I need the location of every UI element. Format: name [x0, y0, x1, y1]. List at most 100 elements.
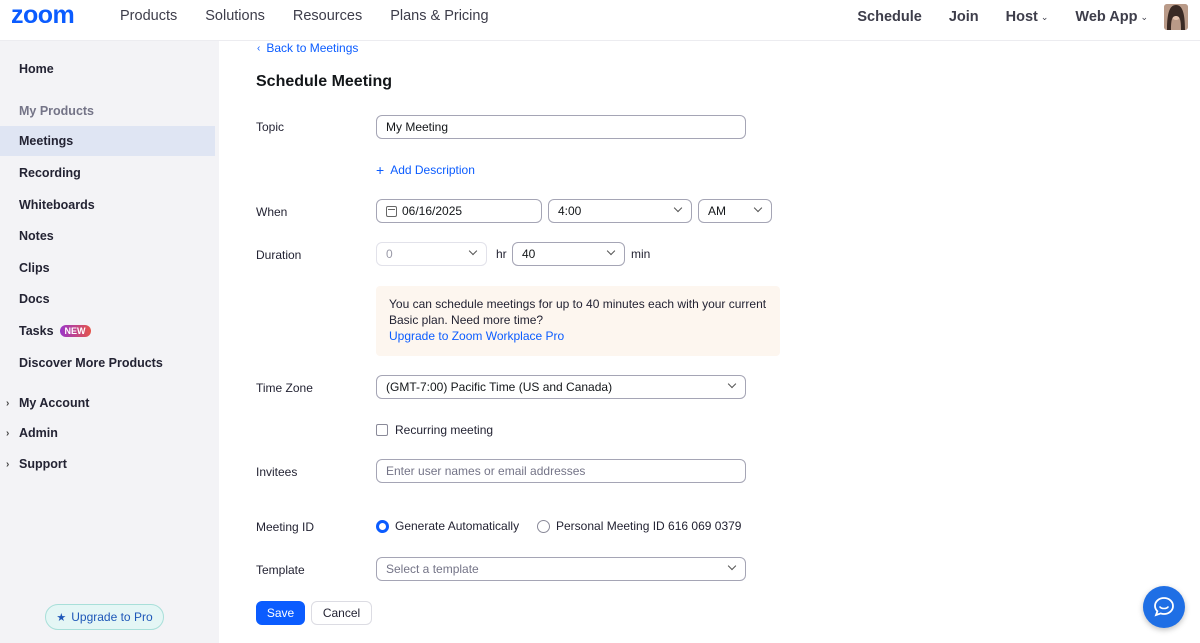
timezone-label: Time Zone — [256, 381, 313, 395]
nav-plans-pricing[interactable]: Plans & Pricing — [390, 8, 488, 24]
nav-products[interactable]: Products — [120, 8, 177, 24]
chevron-right-icon: › — [6, 397, 10, 409]
page-title: Schedule Meeting — [256, 73, 393, 90]
timezone-value: (GMT-7:00) Pacific Time (US and Canada) — [386, 380, 613, 394]
generate-automatically-option[interactable]: Generate Automatically — [376, 519, 519, 533]
sidebar-section-label: My Products — [19, 104, 95, 118]
nav-web-app[interactable]: Web App ⌄ — [1075, 9, 1148, 25]
date-value: 06/16/2025 — [402, 204, 463, 218]
zoom-logo[interactable]: zoom — [11, 4, 95, 28]
sidebar-item-discover-more[interactable]: Discover More Products — [0, 348, 215, 378]
chevron-right-icon: › — [6, 458, 10, 470]
add-description-link[interactable]: + Add Description — [376, 162, 475, 178]
sidebar-item-label: Notes — [19, 229, 54, 243]
date-picker[interactable]: 06/16/2025 — [376, 199, 542, 223]
nav-resources[interactable]: Resources — [293, 8, 362, 24]
recurring-meeting-row[interactable]: Recurring meeting — [376, 423, 493, 437]
sidebar-item-label: Meetings — [19, 134, 74, 148]
sidebar: Home My Products Meetings Recording Whit… — [0, 41, 219, 643]
sidebar-item-whiteboards[interactable]: Whiteboards — [0, 190, 215, 220]
sidebar-item-recording[interactable]: Recording — [0, 158, 215, 188]
back-to-meetings-link[interactable]: ‹ Back to Meetings — [257, 41, 358, 55]
save-button[interactable]: Save — [256, 601, 305, 625]
duration-hours-select[interactable]: 0 — [376, 242, 487, 266]
star-icon: ★ — [56, 611, 67, 624]
svg-text:zoom: zoom — [11, 4, 74, 28]
top-navigation: zoom Products Solutions Resources Plans … — [0, 0, 1200, 41]
topic-value: My Meeting — [386, 120, 449, 134]
duration-minutes-value: 40 — [522, 247, 536, 261]
recurring-checkbox[interactable] — [376, 424, 388, 436]
invitees-input[interactable]: Enter user names or email addresses — [376, 459, 746, 483]
ampm-select[interactable]: AM — [698, 199, 772, 223]
sidebar-item-label: Tasks — [19, 324, 54, 338]
sidebar-item-docs[interactable]: Docs — [0, 284, 215, 314]
schedule-meeting-form: ‹ Back to Meetings Schedule Meeting Topi… — [219, 41, 1200, 643]
generate-automatically-radio[interactable] — [376, 519, 389, 533]
sidebar-item-label: Clips — [19, 261, 50, 275]
duration-hours-value: 0 — [386, 247, 393, 261]
chevron-down-icon — [727, 563, 737, 573]
sidebar-item-home[interactable]: Home — [0, 54, 215, 84]
topic-input[interactable]: My Meeting — [376, 115, 746, 139]
invitees-label: Invitees — [256, 465, 298, 479]
sidebar-item-tasks[interactable]: Tasks NEW — [0, 316, 215, 346]
sidebar-item-label: Home — [19, 62, 54, 76]
sidebar-item-label: My Account — [19, 396, 90, 410]
timezone-select[interactable]: (GMT-7:00) Pacific Time (US and Canada) — [376, 375, 746, 399]
sidebar-item-clips[interactable]: Clips — [0, 253, 215, 283]
personal-meeting-id-option[interactable]: Personal Meeting ID 616 069 0379 — [537, 519, 741, 533]
nav-schedule-label: Schedule — [857, 9, 922, 25]
upgrade-workplace-pro-link[interactable]: Upgrade to Zoom Workplace Pro — [389, 328, 768, 344]
plus-icon: + — [376, 162, 385, 178]
topic-label: Topic — [256, 120, 285, 134]
primary-nav: Products Solutions Resources Plans & Pri… — [120, 0, 517, 32]
sidebar-item-meetings[interactable]: Meetings — [0, 126, 215, 156]
sidebar-item-admin[interactable]: › Admin — [0, 418, 215, 448]
nav-join[interactable]: Join — [949, 9, 979, 25]
nav-web-app-label: Web App — [1075, 9, 1138, 25]
minutes-unit: min — [631, 247, 651, 261]
chevron-down-icon: ⌄ — [1140, 11, 1148, 22]
chevron-down-icon — [673, 205, 683, 215]
invitees-placeholder: Enter user names or email addresses — [386, 464, 586, 478]
avatar[interactable] — [1164, 4, 1188, 30]
template-select[interactable]: Select a template — [376, 557, 746, 581]
sidebar-item-label: Recording — [19, 166, 81, 180]
nav-solutions[interactable]: Solutions — [205, 8, 265, 24]
time-value: 4:00 — [558, 204, 582, 218]
sidebar-item-label: Whiteboards — [19, 198, 95, 212]
sidebar-item-label: Discover More Products — [19, 356, 163, 370]
hours-unit: hr — [496, 247, 507, 261]
personal-meeting-id-radio[interactable] — [537, 519, 550, 533]
chat-support-button[interactable] — [1143, 586, 1185, 628]
recurring-label: Recurring meeting — [395, 423, 494, 437]
generate-automatically-label: Generate Automatically — [395, 519, 520, 533]
nav-host[interactable]: Host ⌄ — [1006, 9, 1049, 25]
chevron-down-icon: ⌄ — [1040, 11, 1049, 22]
duration-minutes-select[interactable]: 40 — [512, 242, 625, 266]
time-select[interactable]: 4:00 — [548, 199, 692, 223]
upgrade-label: Upgrade to Pro — [71, 610, 153, 624]
upgrade-to-pro-button[interactable]: ★ Upgrade to Pro — [45, 604, 164, 630]
new-badge: NEW — [59, 325, 91, 337]
sidebar-item-notes[interactable]: Notes — [0, 221, 215, 251]
sidebar-item-support[interactable]: › Support — [0, 449, 215, 479]
when-label: When — [256, 205, 288, 219]
personal-meeting-id-label: Personal Meeting ID 616 069 0379 — [556, 519, 742, 533]
nav-schedule[interactable]: Schedule — [857, 9, 921, 25]
duration-label: Duration — [256, 248, 302, 262]
chat-bubble-icon — [1154, 597, 1174, 617]
meeting-id-label: Meeting ID — [256, 520, 315, 534]
chevron-left-icon: ‹ — [257, 42, 261, 54]
sidebar-section-my-products: My Products — [0, 96, 215, 126]
chevron-down-icon — [606, 248, 616, 258]
notice-text: You can schedule meetings for up to 40 m… — [389, 297, 767, 327]
sidebar-item-label: Support — [19, 457, 67, 471]
nav-host-label: Host — [1005, 9, 1038, 25]
cancel-button[interactable]: Cancel — [311, 601, 372, 625]
chevron-down-icon — [753, 205, 763, 215]
chevron-down-icon — [468, 248, 478, 258]
add-description-label: Add Description — [390, 163, 475, 177]
sidebar-item-my-account[interactable]: › My Account — [0, 388, 215, 418]
